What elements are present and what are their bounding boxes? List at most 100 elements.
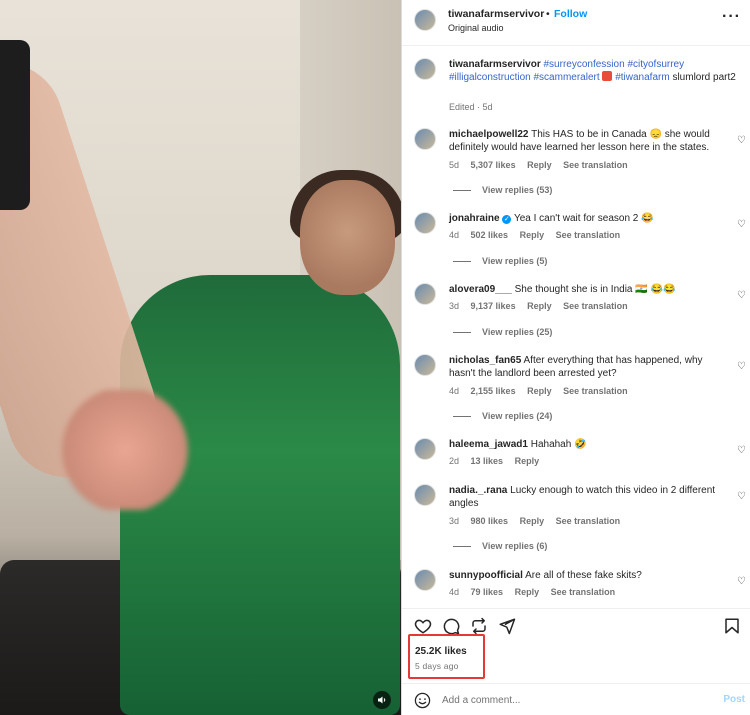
post-comment-button[interactable]: Post — [723, 694, 745, 705]
reply-button[interactable]: Reply — [527, 160, 552, 170]
see-translation-button[interactable]: See translation — [556, 516, 621, 526]
comment-likes[interactable]: 13 likes — [471, 456, 504, 466]
comment-body: Are all of these fake skits? — [525, 570, 642, 581]
verified-badge-icon: ✓ — [502, 215, 512, 224]
comment-likes[interactable]: 79 likes — [471, 587, 504, 597]
comment-body: Hahahah 🤣 — [530, 439, 587, 450]
see-translation-button[interactable]: See translation — [563, 160, 628, 170]
comment-avatar[interactable] — [414, 128, 436, 150]
emoji-icon[interactable] — [414, 692, 431, 709]
like-comment-heart-icon[interactable]: ♡ — [737, 362, 747, 372]
comment-likes[interactable]: 2,155 likes — [471, 386, 516, 396]
hashtag[interactable]: #scammeralert — [534, 72, 600, 83]
alarm-emoji-icon — [602, 71, 613, 81]
comment-likes[interactable]: 9,137 likes — [471, 301, 516, 311]
more-icon[interactable]: ··· — [722, 8, 741, 26]
audio-link[interactable]: Original audio — [448, 23, 504, 33]
comment-age: 3d — [449, 516, 460, 526]
share-icon[interactable] — [498, 617, 516, 635]
mute-button[interactable] — [373, 691, 391, 709]
like-comment-heart-icon[interactable]: ♡ — [737, 220, 747, 230]
comment-avatar[interactable] — [414, 283, 436, 305]
comment-age: 5d — [449, 160, 460, 170]
like-comment-heart-icon[interactable]: ♡ — [737, 136, 747, 146]
repost-icon[interactable] — [470, 617, 488, 635]
comment-text: michaelpowell22 This HAS to be in Canada… — [449, 128, 725, 154]
reply-button[interactable]: Reply — [527, 386, 552, 396]
view-replies-button[interactable]: View replies (5) — [453, 256, 547, 266]
caption-text: tiwanafarmservivor #surreyconfession #ci… — [449, 58, 739, 84]
replies-line — [453, 261, 471, 263]
comment-composer: Post — [402, 683, 750, 715]
see-translation-button[interactable]: See translation — [563, 301, 628, 311]
author-username[interactable]: tiwanafarmservivor — [448, 8, 544, 20]
comment-age: 2d — [449, 456, 460, 466]
comment-body: She thought she is in India 🇮🇳 😂😂 — [514, 284, 676, 295]
like-comment-heart-icon[interactable]: ♡ — [737, 492, 747, 502]
comment-text: haleema_jawad1 Hahahah 🤣 — [449, 438, 725, 451]
like-comment-heart-icon[interactable]: ♡ — [737, 577, 747, 587]
hashtag[interactable]: #surreyconfession — [544, 59, 625, 70]
view-replies-label: View replies (25) — [482, 327, 553, 337]
follow-button[interactable]: Follow — [554, 8, 587, 20]
post-timestamp: 5 days ago — [415, 661, 459, 671]
see-translation-button[interactable]: See translation — [556, 230, 621, 240]
comment-avatar[interactable] — [414, 484, 436, 506]
comment-age: 4d — [449, 386, 460, 396]
reply-button[interactable]: Reply — [527, 301, 552, 311]
comment-avatar[interactable] — [414, 212, 436, 234]
replies-line — [453, 546, 471, 548]
caption-avatar[interactable] — [414, 58, 436, 80]
video-player[interactable] — [0, 0, 401, 715]
comment-likes[interactable]: 502 likes — [471, 230, 509, 240]
comment-meta: 4d 2,155 likes Reply See translation — [449, 386, 637, 396]
comment-username[interactable]: jonahraine — [449, 213, 500, 224]
replies-line — [453, 332, 471, 334]
comment-meta: 3d 9,137 likes Reply See translation — [449, 301, 637, 311]
caption-username[interactable]: tiwanafarmservivor — [449, 59, 541, 70]
author-avatar[interactable] — [414, 9, 436, 31]
comment-body: Yea I can't wait for season 2 😂 — [513, 213, 654, 224]
reply-button[interactable]: Reply — [515, 456, 540, 466]
comment-username[interactable]: michaelpowell22 — [449, 129, 528, 140]
bookmark-icon[interactable] — [723, 617, 741, 635]
hashtag[interactable]: #tiwanafarm — [615, 72, 669, 83]
like-comment-heart-icon[interactable]: ♡ — [737, 446, 747, 456]
comment-username[interactable]: nadia._.rana — [449, 485, 507, 496]
see-translation-button[interactable]: See translation — [551, 587, 616, 597]
comment-username[interactable]: sunnypoofficial — [449, 570, 523, 581]
like-comment-heart-icon[interactable]: ♡ — [737, 291, 747, 301]
comment-avatar[interactable] — [414, 569, 436, 591]
reply-button[interactable]: Reply — [520, 516, 545, 526]
comment-avatar[interactable] — [414, 438, 436, 460]
replies-line — [453, 190, 471, 192]
comment-meta: 5d 5,307 likes Reply See translation — [449, 160, 637, 170]
comment-username[interactable]: alovera09___ — [449, 284, 512, 295]
comment-meta: 4d 502 likes Reply See translation — [449, 230, 629, 240]
comment-input[interactable] — [442, 690, 712, 710]
comment-likes[interactable]: 980 likes — [471, 516, 509, 526]
view-replies-button[interactable]: View replies (25) — [453, 327, 552, 337]
reply-button[interactable]: Reply — [515, 587, 540, 597]
heart-icon[interactable] — [414, 617, 432, 635]
view-replies-label: View replies (6) — [482, 541, 548, 551]
comment-meta: 3d 980 likes Reply See translation — [449, 516, 629, 526]
comment-text: jonahraine ✓ Yea I can't wait for season… — [449, 212, 725, 225]
comment-avatar[interactable] — [414, 354, 436, 376]
post-likes-count[interactable]: 25.2K likes — [415, 646, 467, 657]
reply-button[interactable]: Reply — [520, 230, 545, 240]
comment-username[interactable]: nicholas_fan65 — [449, 355, 521, 366]
hashtag[interactable]: #cityofsurrey — [627, 59, 684, 70]
view-replies-button[interactable]: View replies (53) — [453, 185, 552, 195]
hashtag[interactable]: #illigalconstruction — [449, 72, 531, 83]
comment-text: sunnypoofficial Are all of these fake sk… — [449, 569, 725, 582]
comment-likes[interactable]: 5,307 likes — [471, 160, 516, 170]
comment-icon[interactable] — [442, 617, 460, 635]
view-replies-button[interactable]: View replies (24) — [453, 411, 552, 421]
comment-username[interactable]: haleema_jawad1 — [449, 439, 528, 450]
view-replies-button[interactable]: View replies (6) — [453, 541, 547, 551]
view-replies-label: View replies (53) — [482, 185, 553, 195]
see-translation-button[interactable]: See translation — [563, 386, 628, 396]
comment-age: 4d — [449, 587, 460, 597]
comments-scroll[interactable]: tiwanafarmservivor #surreyconfession #ci… — [402, 46, 750, 608]
